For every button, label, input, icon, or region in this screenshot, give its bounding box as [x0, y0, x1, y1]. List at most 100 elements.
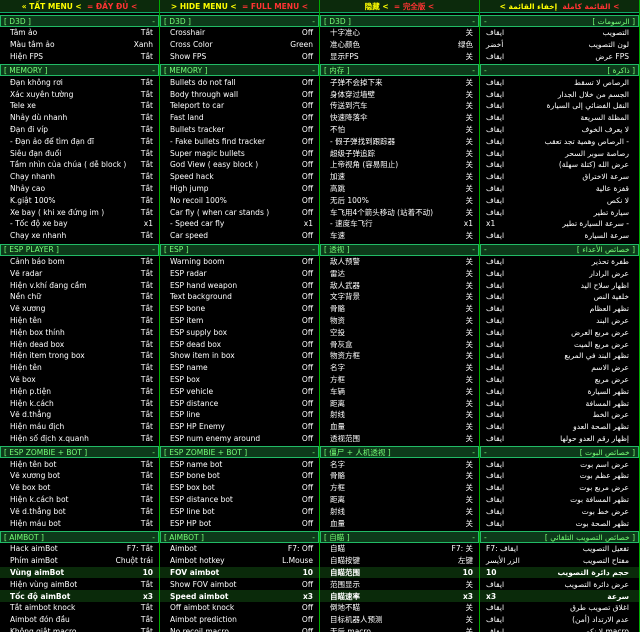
menu-option[interactable]: Hiện v.khí đang cầm Tắt — [0, 279, 159, 291]
menu-option[interactable]: 射线 关 — [320, 409, 479, 421]
hide-menu-toggle[interactable]: 隐藏 < — [365, 1, 389, 12]
collapse-icon[interactable]: - — [472, 17, 475, 26]
menu-option[interactable]: 子弹不会掉下来 关 — [320, 76, 479, 88]
section-header[interactable]: [ ESP ] - — [160, 243, 319, 256]
menu-option[interactable]: 血量 关 — [320, 421, 479, 433]
menu-option[interactable]: ESP radar Off — [160, 267, 319, 279]
menu-option[interactable]: 骨灰盒 关 — [320, 338, 479, 350]
menu-option[interactable]: سرعة x3 — [480, 590, 639, 603]
full-menu-toggle[interactable]: = FULL MENU < — [242, 2, 308, 11]
menu-option[interactable]: Aimbot F7: Off — [160, 543, 319, 555]
menu-option[interactable]: 自瞄按键 左键 — [320, 555, 479, 567]
menu-option[interactable]: Vẽ box Tắt — [0, 374, 159, 386]
menu-option[interactable]: Hiện tên Tắt — [0, 315, 159, 327]
menu-option[interactable]: Hiện máu bot Tắt — [0, 517, 159, 529]
menu-option[interactable]: لا نكص ايقاف — [480, 194, 639, 206]
menu-option[interactable]: 超级子弹追踪 关 — [320, 147, 479, 159]
menu-option[interactable]: Tâm ảo Tắt — [0, 27, 159, 39]
menu-option[interactable]: Vẽ xương bot Tắt — [0, 470, 159, 482]
menu-option[interactable]: عرض دائرة التصويب ايقاف — [480, 578, 639, 590]
section-header[interactable]: [ 内存 ] - — [320, 64, 479, 77]
hide-menu-toggle[interactable]: > HIDE MENU < — [171, 2, 237, 11]
menu-option[interactable]: 敌人预警 关 — [320, 256, 479, 268]
menu-option[interactable]: Siêu đạn đuổi Tắt — [0, 147, 159, 159]
menu-header[interactable]: < إخفاء القائمة القائمة كاملة < — [480, 0, 639, 13]
collapse-icon[interactable]: - — [484, 448, 487, 457]
menu-option[interactable]: Show FOV aimbot Off — [160, 578, 319, 590]
menu-option[interactable]: Phím aimBot Chuột trái — [0, 555, 159, 567]
menu-option[interactable]: 透视范围 关 — [320, 433, 479, 445]
menu-option[interactable]: Đạn đi víp Tắt — [0, 124, 159, 136]
menu-option[interactable]: تظهر الصحة العدو ايقاف — [480, 421, 639, 433]
menu-option[interactable]: 无后 100% 关 — [320, 194, 479, 206]
menu-option[interactable]: 上帝视角 (容易阻止) 关 — [320, 159, 479, 171]
section-header[interactable]: [ 僵尸 + 人机透视 ] - — [320, 446, 479, 459]
menu-option[interactable]: Xác xuyên tường Tắt — [0, 88, 159, 100]
menu-option[interactable]: Vẽ d.thẳng Tắt — [0, 409, 159, 421]
menu-option[interactable]: 范围显示 关 — [320, 578, 479, 590]
menu-option[interactable]: 自瞄速率 x3 — [320, 590, 479, 603]
menu-option[interactable]: Hiện k.cách Tắt — [0, 397, 159, 409]
menu-option[interactable]: Cảnh báo bom Tắt — [0, 256, 159, 268]
menu-option[interactable]: 物资方框 关 — [320, 350, 479, 362]
section-header[interactable]: [ D3D ] - — [320, 15, 479, 27]
menu-option[interactable]: - 假子弹找到跟踪器 关 — [320, 135, 479, 147]
menu-option[interactable]: - Tốc độ xe bay x1 — [0, 218, 159, 230]
collapse-icon[interactable]: - — [484, 245, 487, 254]
hide-menu-toggle[interactable]: « TẤT MENU < — [22, 2, 82, 11]
collapse-icon[interactable]: - — [312, 245, 315, 254]
menu-option[interactable]: عرض مربع العرض ايقاف — [480, 326, 639, 338]
menu-option[interactable]: عرض مربع بوت ايقاف — [480, 482, 639, 494]
menu-header[interactable]: 隐藏 < = 完全版 < — [320, 0, 479, 13]
menu-option[interactable]: ESP vehicle Off — [160, 385, 319, 397]
menu-option[interactable]: ESP name bot Off — [160, 458, 319, 470]
section-header[interactable]: [ 自瞄 ] - — [320, 531, 479, 544]
collapse-icon[interactable]: - — [472, 66, 475, 75]
collapse-icon[interactable]: - — [152, 448, 155, 457]
menu-option[interactable]: Chạy xe nhanh Tắt — [0, 230, 159, 242]
section-header[interactable]: [ ESP PLAYER ] - — [0, 243, 159, 256]
menu-option[interactable]: اظهار سلاح اليد ايقاف — [480, 279, 639, 291]
menu-option[interactable]: 车辆 关 — [320, 385, 479, 397]
collapse-icon[interactable]: - — [312, 17, 315, 26]
menu-option[interactable]: تظهر المسافة ايقاف — [480, 397, 639, 409]
menu-option[interactable]: Aimbot prediction Off — [160, 614, 319, 626]
collapse-icon[interactable]: - — [312, 448, 315, 457]
menu-option[interactable]: K.giật 100% Tắt — [0, 194, 159, 206]
menu-option[interactable]: تظهر عظم بوت ايقاف — [480, 470, 639, 482]
menu-option[interactable]: ESP box Off — [160, 374, 319, 386]
menu-option[interactable]: Nhảy dù nhanh Tắt — [0, 112, 159, 124]
menu-option[interactable]: تظهر السيارة ايقاف — [480, 385, 639, 397]
menu-option[interactable]: تظهر العظام ايقاف — [480, 303, 639, 315]
menu-option[interactable]: Body through wall Off — [160, 88, 319, 100]
menu-option[interactable]: عرض الاسم ايقاف — [480, 362, 639, 374]
menu-option[interactable]: 显示FPS 关 — [320, 51, 479, 63]
menu-option[interactable]: لا نكص macro ايقاف — [480, 626, 639, 632]
collapse-icon[interactable]: - — [472, 245, 475, 254]
menu-option[interactable]: اغلاق تصويب طرق ايقاف — [480, 602, 639, 614]
section-header[interactable]: [ 透视 ] - — [320, 243, 479, 256]
menu-option[interactable]: إظهار رقم العدو حولها ايقاف — [480, 433, 639, 445]
menu-option[interactable]: رصاصة سوبر السحر ايقاف — [480, 147, 639, 159]
menu-header[interactable]: > HIDE MENU < = FULL MENU < — [160, 0, 319, 13]
collapse-icon[interactable]: - — [484, 17, 487, 26]
menu-option[interactable]: ESP item Off — [160, 315, 319, 327]
menu-option[interactable]: ESP name Off — [160, 362, 319, 374]
section-header[interactable]: [ MEMORY ] - — [160, 64, 319, 77]
menu-option[interactable]: 敌人武器 关 — [320, 279, 479, 291]
menu-option[interactable]: 车速 关 — [320, 230, 479, 242]
menu-option[interactable]: 准心颜色 绿色 — [320, 39, 479, 51]
menu-option[interactable]: ESP distance bot Off — [160, 494, 319, 506]
section-header[interactable]: [ AIMBOT ] - — [160, 531, 319, 544]
menu-option[interactable]: الجسم من خلال الجدار ايقاف — [480, 88, 639, 100]
menu-option[interactable]: Show FPS Off — [160, 51, 319, 63]
menu-option[interactable]: ESP dead box Off — [160, 338, 319, 350]
menu-option[interactable]: Tốc độ aimBot x3 — [0, 590, 159, 603]
menu-option[interactable]: Vùng aimBot 10 — [0, 566, 159, 579]
full-menu-toggle[interactable]: = 完全版 < — [394, 1, 434, 12]
menu-option[interactable]: قفزة عالية ايقاف — [480, 183, 639, 195]
menu-option[interactable]: تظهر المسافة بوت ايقاف — [480, 494, 639, 506]
menu-option[interactable]: عرض مربع ايقاف — [480, 374, 639, 386]
menu-option[interactable]: 车飞用4个箭头移动 (站着不动) 关 — [320, 206, 479, 218]
menu-option[interactable]: 雷达 关 — [320, 267, 479, 279]
